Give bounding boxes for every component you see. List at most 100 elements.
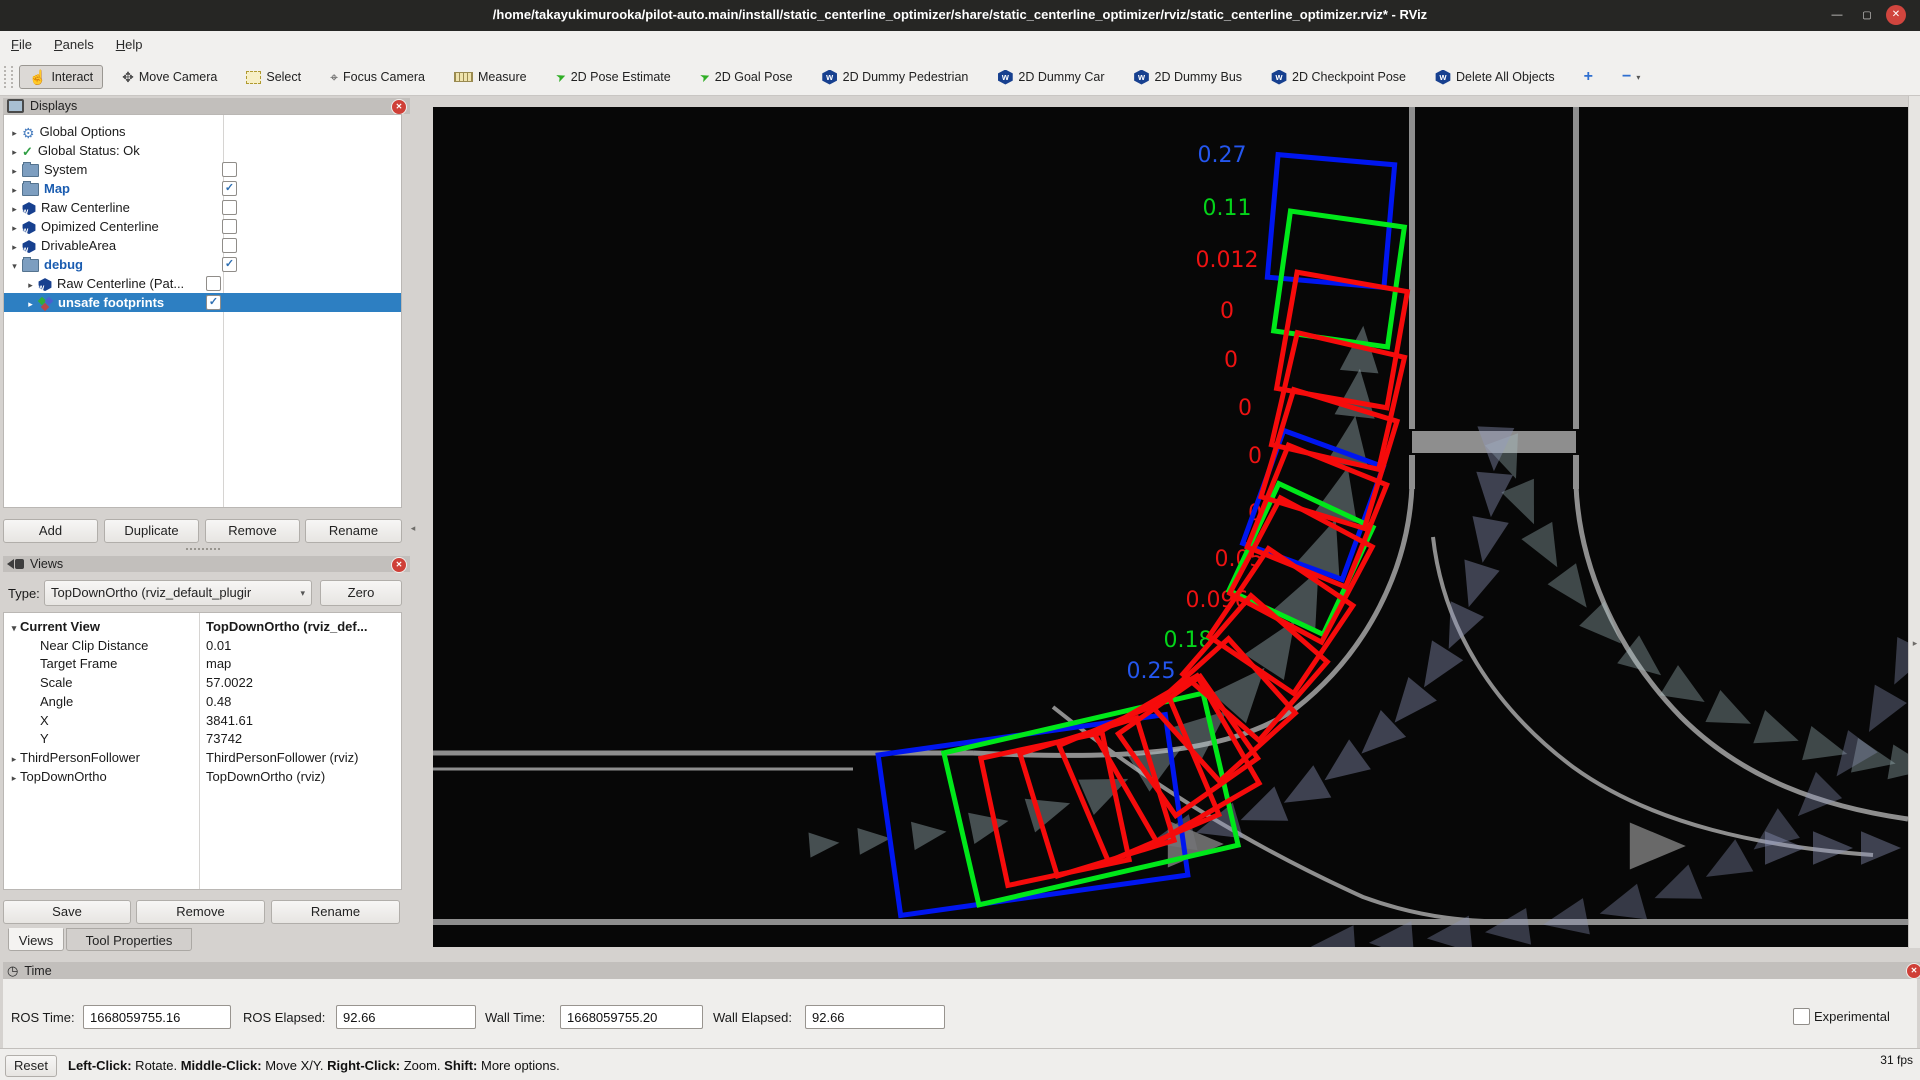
display-enabled-checkbox-checked[interactable]: ✓ — [222, 257, 237, 272]
zero-button[interactable]: Zero — [320, 580, 402, 606]
panel-splitter-handle[interactable] — [186, 548, 220, 550]
display-enabled-checkbox-unchecked[interactable] — [222, 200, 237, 215]
property-name: TopDownOrtho — [20, 769, 107, 784]
property-value-near-clip-distance[interactable]: 0.01 — [206, 637, 399, 655]
marker-array-icon — [38, 297, 53, 311]
tool-select[interactable]: Select — [236, 65, 311, 89]
views-remove-button[interactable]: Remove — [136, 900, 265, 924]
pose-arrow-icon: ➤ — [553, 69, 568, 86]
view-property-target-frame[interactable]: Target Frame — [4, 655, 223, 673]
property-value-x[interactable]: 3841.61 — [206, 712, 399, 730]
display-enabled-checkbox-checked[interactable]: ✓ — [222, 181, 237, 196]
tool-focus-camera[interactable]: ⌖Focus Camera — [320, 65, 435, 89]
mouse-help-text: Left-Click: Rotate. Middle-Click: Move X… — [68, 1058, 560, 1073]
property-value-target-frame[interactable]: map — [206, 655, 399, 673]
expander-icon[interactable]: ▾ — [8, 619, 20, 636]
svg-text:0.012: 0.012 — [1196, 248, 1259, 273]
display-row-opimized-centerline[interactable]: ▸wOpimized Centerline — [4, 217, 402, 236]
view-property-x[interactable]: X — [4, 712, 223, 730]
render-viewport[interactable]: 0.270.110.012000000.050.0960.180.25 — [433, 107, 1908, 947]
property-value-angle[interactable]: 0.48 — [206, 693, 399, 711]
time-close-icon[interactable]: ✕ — [1906, 963, 1920, 979]
view-type-dropdown[interactable]: TopDownOrtho (rviz_default_plugir ▾ — [44, 580, 312, 606]
views-rename-button[interactable]: Rename — [271, 900, 400, 924]
display-row-raw-centerline[interactable]: ▸wRaw Centerline — [4, 198, 402, 217]
view-property-near-clip-distance[interactable]: Near Clip Distance — [4, 637, 223, 655]
display-row-global-options[interactable]: ▸⚙Global Options — [4, 122, 402, 141]
scene-canvas[interactable]: 0.270.110.012000000.050.0960.180.25 — [433, 107, 1908, 947]
duplicate-button[interactable]: Duplicate — [104, 519, 199, 543]
property-value-y[interactable]: 73742 — [206, 730, 399, 748]
display-row-debug[interactable]: ▾debug✓ — [4, 255, 402, 274]
ros-elapsed-field[interactable] — [336, 1005, 476, 1029]
expander-icon[interactable]: ▸ — [8, 769, 20, 786]
view-property-angle[interactable]: Angle — [4, 693, 223, 711]
tool-plus-button[interactable]: + — [1574, 65, 1603, 89]
views-save-button[interactable]: Save — [3, 900, 131, 924]
menu-item-help[interactable]: Help — [105, 31, 154, 52]
collapse-right-icon[interactable]: ▸ — [1910, 636, 1920, 650]
remove-button[interactable]: Remove — [205, 519, 300, 543]
tool-measure[interactable]: Measure — [444, 65, 537, 89]
expander-closed-icon[interactable]: ▸ — [24, 295, 37, 314]
tool-2d-goal-pose[interactable]: ➤2D Goal Pose — [690, 65, 803, 89]
tab-views[interactable]: Views — [8, 928, 64, 951]
displays-panel-header: Displays ✕ — [3, 98, 410, 114]
property-value-topdownortho[interactable]: TopDownOrtho (rviz) — [206, 768, 399, 786]
add-button[interactable]: Add — [3, 519, 98, 543]
tool-2d-dummy-bus[interactable]: w2D Dummy Bus — [1124, 65, 1253, 90]
select-box-icon — [246, 71, 261, 84]
property-value-scale[interactable]: 57.0022 — [206, 674, 399, 692]
display-row-raw-centerline-pat[interactable]: ▸wRaw Centerline (Pat... — [4, 274, 402, 293]
view-property-current-view[interactable]: ▾Current View — [4, 618, 203, 636]
chevron-down-icon: ▾ — [300, 581, 305, 605]
views-close-icon[interactable]: ✕ — [391, 557, 407, 573]
display-row-map[interactable]: ▸Map✓ — [4, 179, 402, 198]
property-value-thirdpersonfollower[interactable]: ThirdPersonFollower (rviz) — [206, 749, 399, 767]
menu-item-file[interactable]: File — [0, 31, 43, 52]
tool-2d-pose-estimate[interactable]: ➤2D Pose Estimate — [546, 65, 681, 89]
rename-button[interactable]: Rename — [305, 519, 402, 543]
collapse-left-icon[interactable]: ◂ — [406, 518, 420, 538]
property-value-current-view[interactable]: TopDownOrtho (rviz_def... — [206, 618, 399, 636]
view-property-y[interactable]: Y — [4, 730, 223, 748]
tab-tool-properties[interactable]: Tool Properties — [66, 928, 192, 951]
display-enabled-checkbox-checked[interactable]: ✓ — [206, 295, 221, 310]
display-enabled-checkbox-unchecked[interactable] — [222, 238, 237, 253]
wall-elapsed-field[interactable] — [805, 1005, 945, 1029]
display-row-label: System — [44, 162, 87, 177]
tool-2d-dummy-car[interactable]: w2D Dummy Car — [987, 65, 1114, 90]
display-row-label: Raw Centerline — [41, 200, 130, 215]
maximize-icon[interactable]: ▢ — [1858, 7, 1876, 25]
tool-interact[interactable]: ☝Interact — [19, 65, 103, 89]
displays-close-icon[interactable]: ✕ — [391, 99, 407, 115]
wall-time-field[interactable] — [560, 1005, 703, 1029]
tool-label: 2D Checkpoint Pose — [1292, 70, 1406, 84]
expander-icon[interactable]: ▸ — [8, 750, 20, 767]
display-row-drivablearea[interactable]: ▸wDrivableArea — [4, 236, 402, 255]
tool-minus-dropdown-button[interactable]: −▾ — [1612, 65, 1650, 89]
display-row-system[interactable]: ▸System — [4, 160, 402, 179]
close-icon[interactable]: ✕ — [1886, 5, 1906, 25]
reset-button[interactable]: Reset — [5, 1055, 57, 1077]
toolbar-grip[interactable] — [4, 66, 13, 88]
gear-icon: ⚙ — [22, 126, 35, 140]
experimental-checkbox[interactable] — [1793, 1008, 1810, 1025]
ros-time-field[interactable] — [83, 1005, 231, 1029]
display-row-global-status-ok[interactable]: ▸✓Global Status: Ok — [4, 141, 402, 160]
view-property-topdownortho[interactable]: ▸TopDownOrtho — [4, 768, 203, 786]
measure-ruler-icon — [454, 72, 473, 82]
tool-2d-dummy-pedestrian[interactable]: w2D Dummy Pedestrian — [812, 65, 979, 90]
display-enabled-checkbox-unchecked[interactable] — [222, 162, 237, 177]
tool-2d-checkpoint-pose[interactable]: w2D Checkpoint Pose — [1261, 65, 1416, 90]
view-property-thirdpersonfollower[interactable]: ▸ThirdPersonFollower — [4, 749, 203, 767]
display-enabled-checkbox-unchecked[interactable] — [222, 219, 237, 234]
menu-item-panels[interactable]: Panels — [43, 31, 105, 52]
view-property-scale[interactable]: Scale — [4, 674, 223, 692]
tool-delete-all-objects[interactable]: wDelete All Objects — [1425, 65, 1565, 90]
display-row-unsafe-footprints[interactable]: ▸unsafe footprints✓ — [4, 293, 402, 312]
property-name: X — [40, 713, 49, 728]
minimize-icon[interactable]: — — [1828, 7, 1846, 25]
tool-move-camera[interactable]: ✥Move Camera — [112, 65, 227, 89]
display-enabled-checkbox-unchecked[interactable] — [206, 276, 221, 291]
